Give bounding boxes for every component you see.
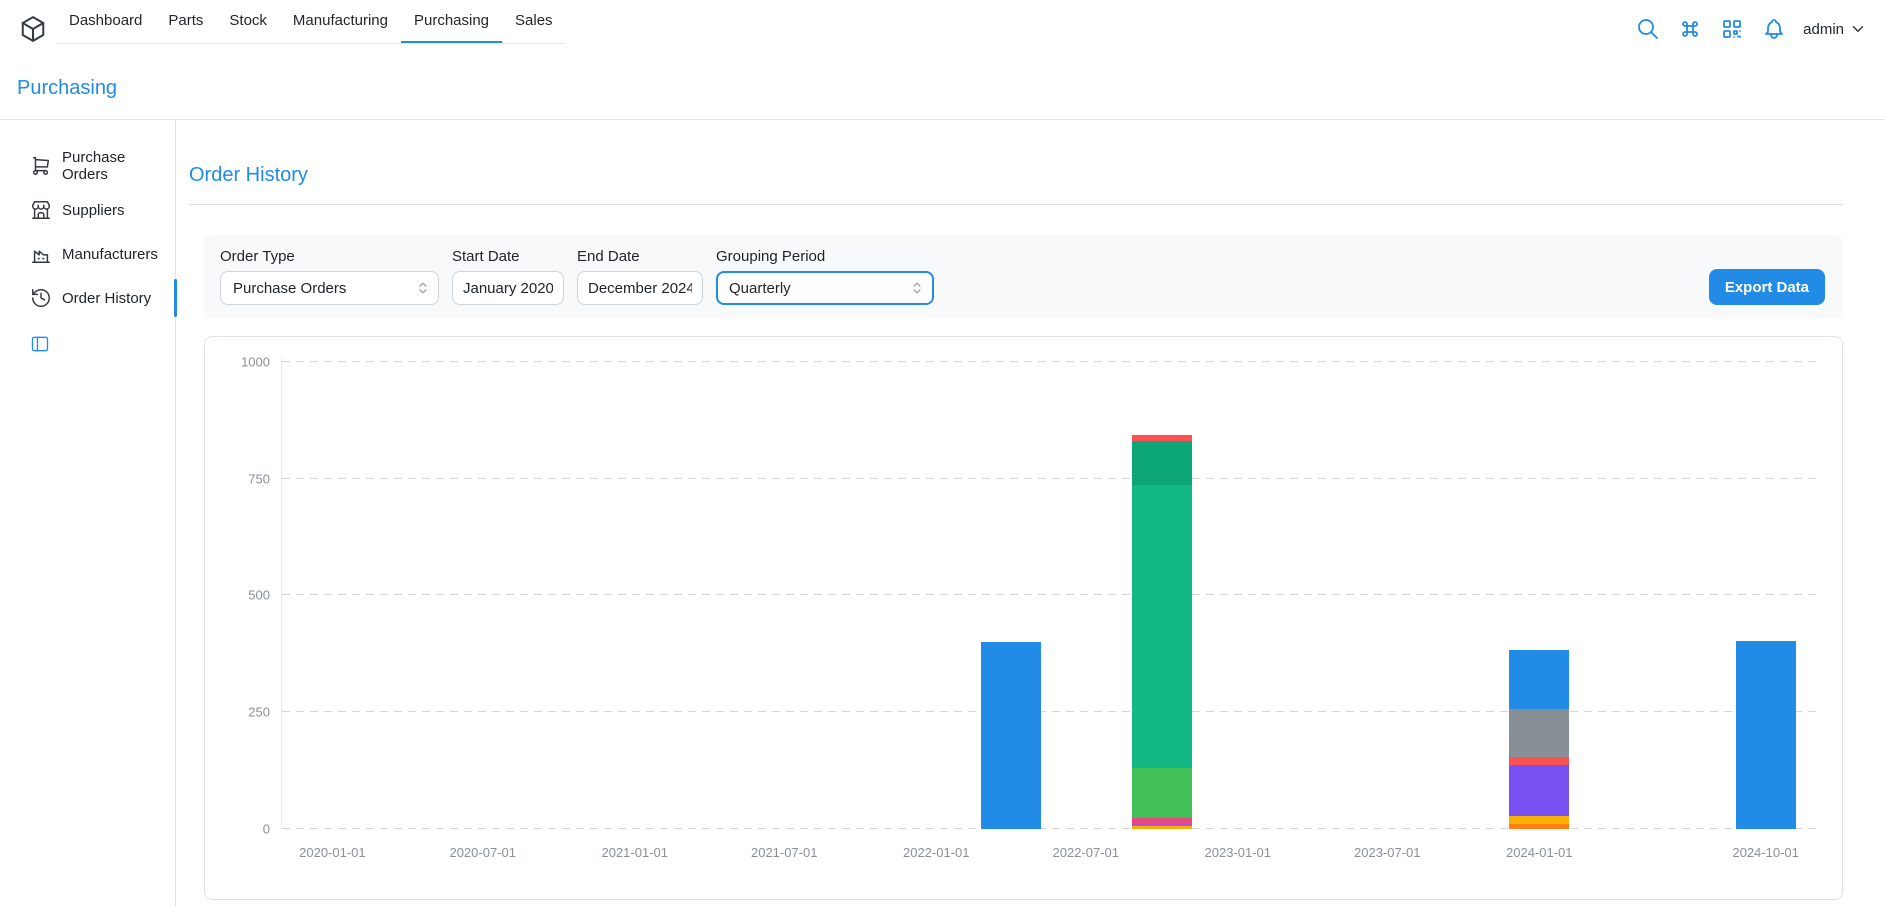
x-tick-label: 2023-07-01: [1354, 845, 1421, 860]
page-layout: Purchase Orders Suppliers Manufacturer: [0, 120, 1885, 906]
main-content: Order History Order Type Purchase Orders…: [176, 120, 1885, 906]
user-menu[interactable]: admin: [1803, 20, 1867, 38]
command-palette-icon[interactable]: [1677, 16, 1703, 42]
chart-bar-2024-01-01[interactable]: [1509, 357, 1569, 829]
sidebar-toggle-icon[interactable]: [30, 334, 50, 354]
heading-divider: [189, 204, 1843, 205]
start-date-input[interactable]: [452, 271, 564, 305]
sidebar: Purchase Orders Suppliers Manufacturer: [0, 120, 176, 906]
y-tick-label: 1000: [241, 354, 270, 369]
x-tick-label: 2020-07-01: [449, 845, 516, 860]
bar-segment: [1132, 441, 1192, 485]
x-tick-label: 2022-07-01: [1053, 845, 1120, 860]
x-tick-label: 2021-07-01: [751, 845, 818, 860]
bar-segment: [1509, 765, 1569, 815]
bar-segment: [1509, 650, 1569, 709]
top-navbar: Dashboard Parts Stock Manufacturing Purc…: [0, 0, 1885, 58]
end-date-input[interactable]: [577, 271, 703, 305]
shopping-cart-icon: [30, 155, 52, 177]
tab-purchasing[interactable]: Purchasing: [401, 0, 502, 43]
gridline: [282, 478, 1816, 479]
x-tick-label: 2020-01-01: [299, 845, 366, 860]
sidebar-item-purchase-orders[interactable]: Purchase Orders: [0, 144, 175, 188]
grouping-period-label: Grouping Period: [716, 248, 934, 265]
barcode-scan-icon[interactable]: [1719, 16, 1745, 42]
tab-parts[interactable]: Parts: [155, 0, 216, 43]
export-data-button[interactable]: Export Data: [1709, 269, 1825, 305]
x-tick-label: 2021-01-01: [601, 845, 668, 860]
sidebar-item-label: Purchase Orders: [62, 149, 175, 183]
username-label: admin: [1803, 21, 1844, 38]
history-icon: [30, 287, 52, 309]
bar-segment: [1132, 485, 1192, 768]
order-type-field: Order Type Purchase Orders: [220, 248, 439, 305]
start-date-field: Start Date: [452, 248, 564, 305]
end-date-label: End Date: [577, 248, 703, 265]
x-tick-label: 2023-01-01: [1205, 845, 1272, 860]
order-type-select[interactable]: Purchase Orders: [220, 271, 439, 305]
grouping-period-value: Quarterly: [729, 280, 791, 297]
bar-segment: [1509, 816, 1569, 824]
start-date-label: Start Date: [452, 248, 564, 265]
gridline: [282, 711, 1816, 712]
gridline: [282, 594, 1816, 595]
bar-segment: [1509, 757, 1569, 765]
tab-sales[interactable]: Sales: [502, 0, 566, 43]
main-tabs: Dashboard Parts Stock Manufacturing Purc…: [56, 0, 566, 44]
bar-segment: [1509, 824, 1569, 829]
tab-manufacturing[interactable]: Manufacturing: [280, 0, 401, 43]
tab-stock[interactable]: Stock: [216, 0, 280, 43]
notifications-bell-icon[interactable]: [1761, 16, 1787, 42]
bar-segment: [1736, 641, 1796, 829]
x-tick-label: 2024-01-01: [1506, 845, 1573, 860]
app-logo-icon[interactable]: [18, 14, 48, 44]
chart-bar-2022-04-01[interactable]: [981, 357, 1041, 829]
x-tick-label: 2022-01-01: [903, 845, 970, 860]
gridline: [282, 361, 1816, 362]
bar-segment: [1132, 768, 1192, 818]
x-tick-label: 2024-10-01: [1732, 845, 1799, 860]
tab-dashboard[interactable]: Dashboard: [56, 0, 155, 43]
bar-segment: [1509, 709, 1569, 757]
sidebar-item-order-history[interactable]: Order History: [0, 276, 175, 320]
grouping-period-select[interactable]: Quarterly: [716, 271, 934, 305]
sidebar-item-label: Order History: [62, 290, 151, 307]
sidebar-item-label: Manufacturers: [62, 246, 158, 263]
bar-segment: [981, 642, 1041, 829]
y-tick-label: 500: [248, 588, 270, 603]
bar-segment: [1132, 826, 1192, 829]
sidebar-item-label: Suppliers: [62, 202, 125, 219]
y-tick-label: 0: [263, 822, 270, 837]
order-type-label: Order Type: [220, 248, 439, 265]
search-icon[interactable]: [1635, 16, 1661, 42]
building-factory-icon: [30, 243, 52, 265]
chevron-up-down-icon: [414, 279, 432, 297]
navbar-actions: admin: [1635, 16, 1867, 42]
y-tick-label: 750: [248, 471, 270, 486]
filter-panel: Order Type Purchase Orders Start Date En…: [204, 235, 1843, 318]
building-store-icon: [30, 199, 52, 221]
chart-panel: 0 250 500 750 1000 2020-01-01 2020-07-01 2021-0…: [204, 336, 1843, 900]
chevron-down-icon: [1849, 20, 1867, 38]
end-date-field: End Date: [577, 248, 703, 305]
chevron-up-down-icon: [908, 279, 926, 297]
chart-plot: 025050075010002020-01-012020-07-012021-0…: [281, 357, 1816, 829]
sidebar-item-manufacturers[interactable]: Manufacturers: [0, 232, 175, 276]
page-title: Purchasing: [17, 77, 117, 100]
gridline: [282, 828, 1816, 829]
y-tick-label: 250: [248, 705, 270, 720]
page-header: Purchasing: [0, 58, 1885, 120]
section-heading: Order History: [189, 164, 1843, 187]
order-type-value: Purchase Orders: [233, 280, 346, 297]
grouping-period-field: Grouping Period Quarterly: [716, 248, 934, 305]
sidebar-item-suppliers[interactable]: Suppliers: [0, 188, 175, 232]
chart-bar-2024-10-01[interactable]: [1736, 357, 1796, 829]
chart-bar-2022-10-01[interactable]: [1132, 357, 1192, 829]
